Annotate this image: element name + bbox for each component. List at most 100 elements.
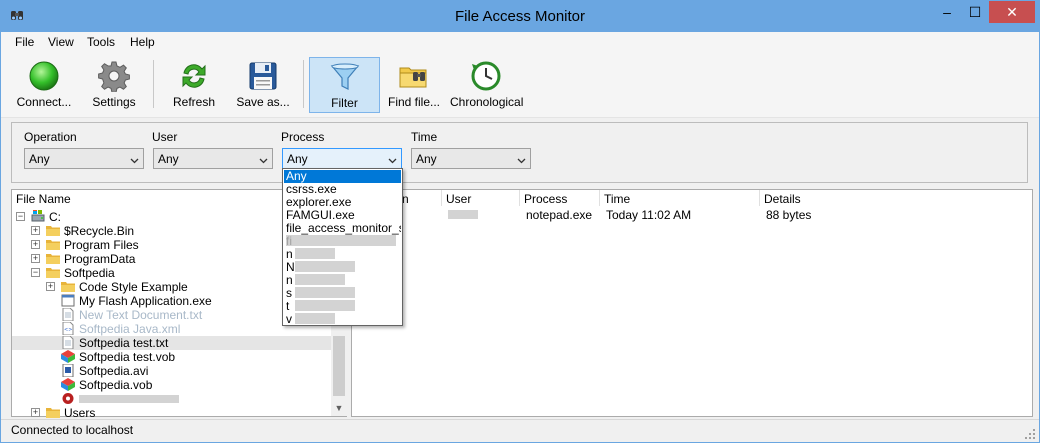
window-title: File Access Monitor <box>454 8 586 25</box>
time-column-header[interactable]: Time <box>600 190 760 206</box>
expand-icon[interactable]: + <box>31 226 40 235</box>
video-file-icon <box>61 363 75 378</box>
user-filter-value: Any <box>158 152 179 166</box>
time-filter-select[interactable]: Any <box>411 148 531 169</box>
expand-icon[interactable]: + <box>31 254 40 263</box>
user-column-header[interactable]: User <box>442 190 520 206</box>
connect-label: Connect... <box>16 95 72 109</box>
folder-icon <box>46 406 60 419</box>
tree-item[interactable]: Softpedia test.vob <box>12 350 332 364</box>
find-file-label: Find file... <box>387 95 441 109</box>
collapse-icon[interactable]: − <box>31 268 40 277</box>
tree-item[interactable]: Softpedia.vob <box>12 378 332 392</box>
funnel-icon <box>329 61 361 93</box>
redacted-user <box>448 210 478 219</box>
tree-item[interactable] <box>12 392 332 406</box>
dropdown-option[interactable]: explorer.exe <box>284 196 401 209</box>
dropdown-option[interactable]: Any <box>284 170 401 183</box>
redacted-filename <box>79 395 179 403</box>
media-file-icon <box>61 378 75 391</box>
folder-icon <box>46 224 60 237</box>
user-filter-select[interactable]: Any <box>153 148 273 169</box>
text-file-icon <box>61 335 75 350</box>
menu-bar: File View Tools Help <box>1 32 1039 52</box>
redacted-process-name <box>286 235 396 246</box>
refresh-icon <box>178 60 210 92</box>
dropdown-option[interactable]: FAMGUI.exe <box>284 209 401 222</box>
connect-button[interactable]: Connect... <box>11 57 77 113</box>
redacted-process-name <box>295 313 335 324</box>
chronological-button[interactable]: Chronological <box>450 57 524 113</box>
scroll-down-icon[interactable]: ▼ <box>331 400 347 416</box>
row-process: notepad.exe <box>526 208 593 222</box>
status-text: Connected to localhost <box>11 423 134 437</box>
maximize-button[interactable]: ☐ <box>961 1 989 23</box>
title-bar: File Access Monitor – ☐ ✕ <box>1 1 1039 32</box>
tree-item-label: Code Style Example <box>79 280 188 294</box>
filter-panel: Operation Any User Any Process Any Time … <box>11 122 1028 183</box>
tree-item-label: C: <box>49 210 61 224</box>
row-time: Today 11:02 AM <box>606 208 692 222</box>
minimize-button[interactable]: – <box>933 1 961 23</box>
operation-filter-label: Operation <box>24 130 77 144</box>
toolbar: Connect... Settings Refresh Save as... F… <box>1 52 1039 118</box>
filter-label: Filter <box>331 96 358 110</box>
user-filter-label: User <box>152 130 178 144</box>
details-column-header[interactable]: Details <box>760 190 1032 206</box>
chevron-down-icon <box>388 154 397 164</box>
collapse-icon[interactable]: − <box>16 212 25 221</box>
toolbar-separator <box>153 60 154 108</box>
dropdown-option[interactable]: csrss.exe <box>284 183 401 196</box>
scrollbar-thumb[interactable] <box>333 336 345 396</box>
tree-item[interactable]: + Users <box>12 406 332 420</box>
close-button[interactable]: ✕ <box>989 1 1035 23</box>
archive-file-icon <box>61 392 75 405</box>
expand-icon[interactable]: + <box>31 408 40 417</box>
save-as-button[interactable]: Save as... <box>233 57 293 113</box>
tree-item[interactable]: Softpedia.avi <box>12 363 332 378</box>
tree-item-label: Softpedia Java.xml <box>79 322 181 336</box>
menu-file[interactable]: File <box>15 35 34 49</box>
folder-icon <box>46 252 60 265</box>
redacted-process-name <box>295 248 335 259</box>
chevron-down-icon <box>130 154 139 164</box>
access-log-panel: Operation User Process Time Details note… <box>351 189 1033 417</box>
tree-item-label: Users <box>64 406 96 420</box>
text-file-icon <box>61 307 75 322</box>
operation-filter-select[interactable]: Any <box>24 148 144 169</box>
redacted-process-name <box>295 287 355 298</box>
expand-icon[interactable]: + <box>46 282 55 291</box>
redacted-process-name <box>295 300 355 311</box>
menu-help[interactable]: Help <box>130 35 155 49</box>
process-dropdown-list[interactable]: Any csrss.exe explorer.exe FAMGUI.exe file_a… <box>282 168 403 326</box>
settings-button[interactable]: Settings <box>85 57 143 113</box>
tree-item-label: Softpedia <box>64 266 115 280</box>
tree-item-label: Softpedia test.vob <box>79 350 176 364</box>
menu-view[interactable]: View <box>48 35 74 49</box>
find-file-button[interactable]: Find file... <box>385 57 443 113</box>
process-column-header[interactable]: Process <box>520 190 600 206</box>
find-folder-icon <box>398 60 430 92</box>
gear-icon <box>98 60 130 93</box>
tree-item[interactable]: Softpedia test.txt <box>12 335 332 350</box>
chronological-label: Chronological <box>450 95 524 109</box>
refresh-button[interactable]: Refresh <box>165 57 223 113</box>
operation-filter-value: Any <box>29 152 50 166</box>
drive-icon <box>31 210 45 223</box>
tree-item-label: ProgramData <box>64 252 136 266</box>
resize-grip-icon[interactable] <box>1025 428 1035 439</box>
tree-item-label: Softpedia.avi <box>79 364 149 378</box>
process-filter-select[interactable]: Any <box>282 148 402 169</box>
tree-item-label: $Recycle.Bin <box>64 224 135 238</box>
tree-item-label: New Text Document.txt <box>79 308 203 322</box>
menu-tools[interactable]: Tools <box>87 35 115 49</box>
process-filter-value: Any <box>287 152 308 166</box>
media-file-icon <box>61 350 75 363</box>
tree-item-label: Softpedia.vob <box>79 378 153 392</box>
refresh-label: Refresh <box>172 95 216 109</box>
dropdown-option[interactable]: file_access_monitor_setup <box>284 222 401 235</box>
chevron-down-icon <box>517 154 526 164</box>
expand-icon[interactable]: + <box>31 240 40 249</box>
save-as-label: Save as... <box>236 95 290 109</box>
filter-button[interactable]: Filter <box>309 57 380 113</box>
